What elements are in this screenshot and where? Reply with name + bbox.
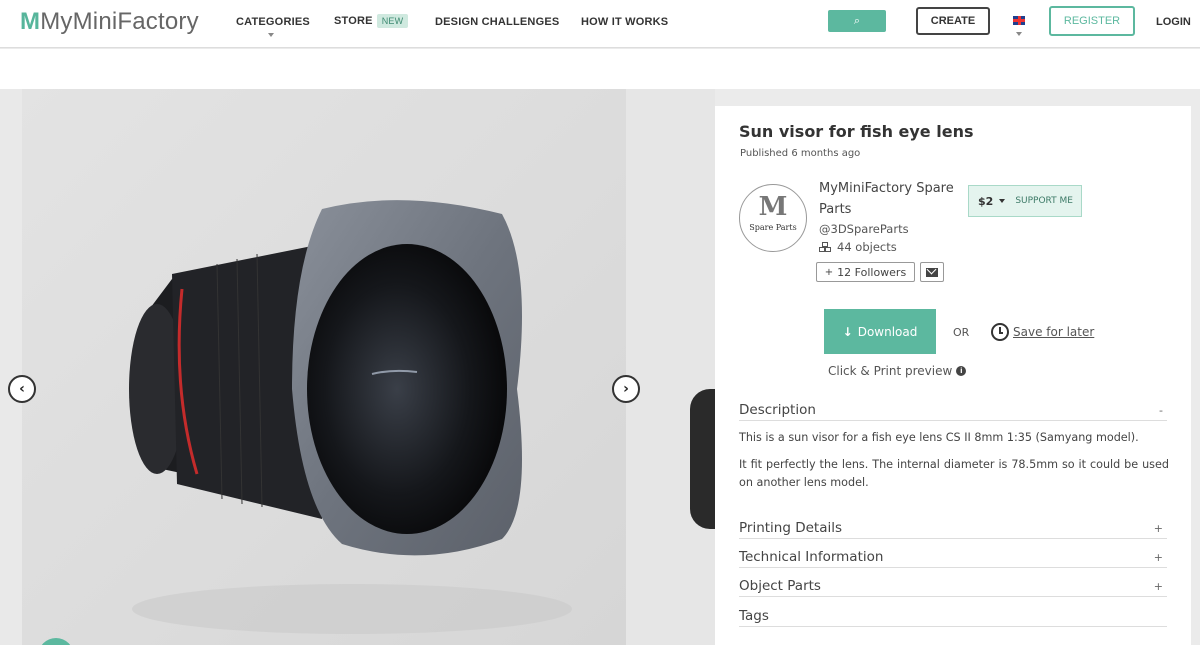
printing-details-expand-icon[interactable]: +: [1154, 522, 1163, 535]
download-label: Download: [857, 324, 918, 339]
nav-design-challenges-label: DESIGN CHALLENGES: [435, 16, 560, 28]
followers-label: 12 Followers: [837, 265, 907, 279]
object-parts-expand-icon[interactable]: +: [1154, 580, 1163, 593]
language-flag-icon[interactable]: [1013, 16, 1025, 25]
printing-details-title: Printing Details: [739, 520, 843, 536]
store-new-badge: NEW: [376, 14, 409, 28]
support-me-widget[interactable]: $2 SUPPORT ME: [968, 185, 1082, 217]
creator-avatar[interactable]: M Spare Parts: [739, 184, 807, 252]
description-header[interactable]: Description -: [739, 402, 1167, 421]
object-parts-header[interactable]: Object Parts +: [739, 578, 1167, 597]
tags-header: Tags: [739, 608, 1167, 627]
or-separator: OR: [953, 326, 970, 339]
register-button-label: REGISTER: [1063, 15, 1121, 27]
published-date: Published 6 months ago: [740, 148, 861, 159]
technical-information-expand-icon[interactable]: +: [1154, 551, 1163, 564]
download-button[interactable]: ↓ Download: [824, 309, 936, 354]
description-paragraph-2: It fit perfectly the lens. The internal …: [739, 458, 1169, 489]
description-collapse-icon[interactable]: -: [1159, 404, 1163, 417]
chevron-left-icon: ‹: [19, 381, 25, 397]
creator-name-link[interactable]: MyMiniFactory Spare Parts: [819, 178, 959, 220]
description-title: Description: [739, 402, 816, 418]
categories-caret-icon: [268, 33, 274, 37]
nav-how-it-works-label: HOW IT WORKS: [581, 16, 669, 28]
follow-button[interactable]: + 12 Followers: [816, 262, 915, 282]
clock-icon[interactable]: [991, 323, 1009, 341]
object-count-label: 44 objects: [837, 240, 897, 254]
register-button[interactable]: REGISTER: [1049, 6, 1135, 36]
save-for-later-link[interactable]: Save for later: [1013, 325, 1094, 339]
object-details-panel: Sun visor for fish eye lens Published 6 …: [715, 106, 1191, 645]
technical-information-header[interactable]: Technical Information +: [739, 549, 1167, 568]
message-button[interactable]: [920, 262, 944, 282]
top-navbar: MMyMiniFactory CATEGORIES STORE NEW DESIG…: [0, 0, 1200, 48]
logo-text: MMyMiniFactory: [20, 8, 199, 35]
next-photo-subject: [690, 389, 715, 529]
envelope-icon: [926, 267, 938, 277]
next-photo-preview: [626, 89, 715, 645]
avatar-logo-caption: Spare Parts: [749, 223, 797, 232]
header-spacer: [0, 49, 1200, 89]
object-title: Sun visor for fish eye lens: [739, 122, 974, 141]
creator-handle[interactable]: @3DSpareParts: [819, 222, 909, 236]
printing-details-header[interactable]: Printing Details +: [739, 520, 1167, 539]
nav-store-label: STORE: [334, 15, 373, 27]
create-button[interactable]: CREATE: [916, 7, 990, 35]
objects-icon: [819, 241, 833, 253]
site-logo[interactable]: MMyMiniFactory: [20, 8, 199, 36]
object-parts-title: Object Parts: [739, 578, 821, 594]
login-label: LOGIN: [1156, 16, 1191, 28]
chevron-right-icon: ›: [623, 381, 629, 397]
price-dropdown-caret-icon[interactable]: [999, 199, 1006, 203]
nav-store[interactable]: STORE NEW: [334, 14, 409, 28]
gallery-prev-button[interactable]: ‹: [8, 375, 36, 403]
search-button[interactable]: ⌕: [828, 10, 886, 32]
nav-categories[interactable]: CATEGORIES: [236, 16, 310, 28]
technical-information-title: Technical Information: [739, 549, 884, 565]
gallery-next-button[interactable]: ›: [612, 375, 640, 403]
preview-label: Click & Print preview: [828, 364, 953, 378]
main-photo: [22, 89, 626, 645]
lens-photo-illustration: [129, 200, 572, 634]
support-price[interactable]: $2: [978, 195, 993, 208]
image-gallery: ‹ ›: [0, 89, 715, 645]
nav-categories-label: CATEGORIES: [236, 16, 310, 28]
info-icon[interactable]: i: [956, 366, 967, 376]
tags-title: Tags: [739, 608, 769, 624]
click-print-preview[interactable]: Click & Print preview i: [828, 364, 967, 378]
add-user-icon: +: [824, 266, 834, 278]
login-link[interactable]: LOGIN: [1156, 16, 1191, 28]
nav-design-challenges[interactable]: DESIGN CHALLENGES: [435, 16, 559, 28]
avatar-logo-letter: M: [758, 192, 788, 222]
support-me-label[interactable]: SUPPORT ME: [1015, 196, 1073, 206]
description-paragraph-1: This is a sun visor for a fish eye lens …: [739, 431, 1139, 444]
creator-object-count[interactable]: 44 objects: [819, 240, 897, 254]
nav-how-it-works[interactable]: HOW IT WORKS: [581, 16, 668, 28]
search-icon: ⌕: [853, 14, 861, 27]
download-arrow-icon: ↓: [842, 324, 853, 339]
create-button-label: CREATE: [930, 15, 976, 27]
language-caret-icon: [1016, 32, 1022, 36]
